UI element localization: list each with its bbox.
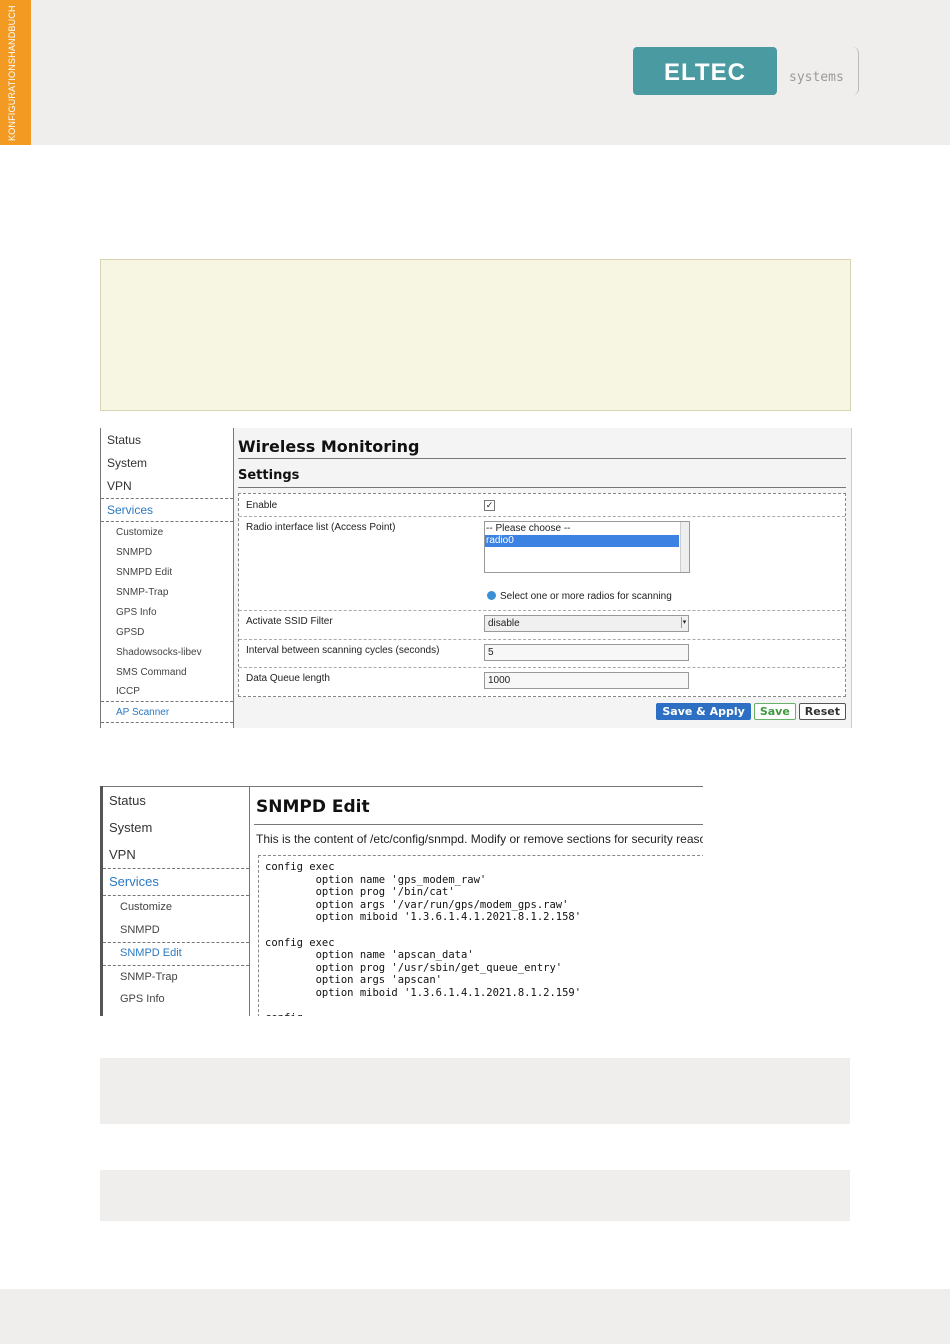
interval-input[interactable]: 5	[484, 644, 689, 661]
queue-length-label: Data Queue length	[246, 673, 330, 684]
listbox-scrollbar[interactable]	[680, 522, 689, 572]
grey-box	[100, 1170, 850, 1221]
side-tab: KONFIGURATIONSHANDBUCH	[0, 0, 31, 145]
page-description: This is the content of /etc/config/snmpd…	[256, 832, 703, 846]
enable-checkbox[interactable]: ✓	[484, 500, 495, 511]
sidebar-item-gps-info[interactable]: GPS Info	[116, 607, 157, 618]
divider	[103, 868, 249, 869]
radio-hint: Select one or more radios for scanning	[487, 591, 672, 602]
divider	[103, 965, 249, 966]
eltec-logo: ELTEC	[633, 47, 777, 95]
snmpd-edit-screenshot: Status System VPN Services Customize SNM…	[100, 786, 703, 1016]
divider	[238, 458, 846, 459]
side-tab-label: KONFIGURATIONSHANDBUCH	[7, 5, 17, 141]
page-title: SNMPD Edit	[256, 797, 370, 817]
interval-label: Interval between scanning cycles (second…	[246, 645, 440, 656]
sidebar-item-status[interactable]: Status	[109, 793, 146, 808]
radio-interface-label: Radio interface list (Access Point)	[246, 522, 396, 533]
main-content: Wireless Monitoring Settings Enable ✓ Ra…	[238, 428, 846, 728]
radio-option-placeholder[interactable]: -- Please choose --	[485, 523, 679, 535]
page-title: Wireless Monitoring	[238, 437, 420, 456]
radio-option-radio0[interactable]: radio0	[485, 535, 679, 547]
row-radio-interface: Radio interface list (Access Point) -- P…	[239, 516, 845, 611]
divider	[101, 722, 233, 723]
config-editor[interactable]: config exec option name 'gps_modem_raw' …	[258, 855, 703, 1016]
logo-bracket	[848, 47, 859, 95]
grey-box	[100, 1058, 850, 1124]
row-queue-length: Data Queue length 1000	[239, 667, 845, 695]
sidebar-item-gpsd[interactable]: GPSD	[116, 627, 144, 638]
row-interval: Interval between scanning cycles (second…	[239, 639, 845, 668]
sidebar-item-snmpd-edit[interactable]: SNMPD Edit	[116, 567, 172, 578]
chevron-down-icon: ▾	[681, 617, 687, 628]
ssid-filter-label: Activate SSID Filter	[246, 616, 333, 627]
divider	[238, 487, 846, 488]
config-text[interactable]: config exec option name 'gps_modem_raw' …	[265, 861, 581, 1016]
sidebar-item-ap-scanner[interactable]: AP Scanner	[116, 707, 169, 718]
ssid-filter-select[interactable]: disable ▾	[484, 615, 689, 632]
sidebar-item-gps-info[interactable]: GPS Info	[120, 993, 165, 1005]
sidebar-item-sms-command[interactable]: SMS Command	[116, 667, 187, 678]
form-buttons: Save & Apply Save Reset	[653, 702, 846, 720]
sidebar-item-vpn[interactable]: VPN	[107, 479, 132, 493]
sidebar-item-system[interactable]: System	[109, 820, 152, 835]
sidebar-item-customize[interactable]: Customize	[120, 901, 172, 913]
queue-length-value: 1000	[488, 675, 511, 686]
interval-value: 5	[488, 647, 494, 658]
save-apply-button[interactable]: Save & Apply	[656, 703, 751, 720]
sidebar-item-vpn[interactable]: VPN	[109, 847, 136, 862]
sidebar-item-snmpd[interactable]: SNMPD	[120, 924, 160, 936]
divider	[103, 942, 249, 943]
radio-interface-listbox[interactable]: -- Please choose -- radio0	[484, 521, 690, 573]
queue-length-input[interactable]: 1000	[484, 672, 689, 689]
settings-form: Enable ✓ Radio interface list (Access Po…	[238, 493, 846, 697]
sidebar-item-snmp-trap[interactable]: SNMP-Trap	[116, 587, 168, 598]
ssid-filter-value: disable	[488, 618, 520, 629]
divider	[103, 895, 249, 896]
page-header: KONFIGURATIONSHANDBUCH ELTEC systems	[0, 0, 950, 145]
save-button[interactable]: Save	[753, 703, 796, 720]
sidebar-item-system[interactable]: System	[107, 456, 147, 470]
logo-subtext: systems	[789, 70, 844, 85]
divider	[101, 498, 233, 499]
info-icon	[487, 591, 496, 600]
main-content: SNMPD Edit This is the content of /etc/c…	[250, 786, 703, 1016]
sidebar-item-snmp-trap[interactable]: SNMP-Trap	[120, 971, 178, 983]
wireless-monitoring-screenshot: Status System VPN Services Customize SNM…	[100, 428, 852, 728]
sidebar: Status System VPN Services Customize SNM…	[101, 428, 234, 728]
divider	[101, 701, 233, 702]
sidebar: Status System VPN Services Customize SNM…	[103, 786, 250, 1016]
row-enable: Enable ✓	[239, 494, 845, 517]
sidebar-item-snmpd[interactable]: SNMPD	[116, 547, 152, 558]
note-box	[100, 259, 851, 411]
section-title: Settings	[238, 468, 300, 483]
logo-text: ELTEC	[664, 59, 746, 86]
divider	[254, 824, 703, 825]
sidebar-item-customize[interactable]: Customize	[116, 527, 163, 538]
sidebar-item-status[interactable]: Status	[107, 433, 141, 447]
reset-button[interactable]: Reset	[798, 703, 846, 720]
divider	[101, 521, 233, 522]
sidebar-item-services[interactable]: Services	[109, 874, 159, 889]
sidebar-item-shadowsocks[interactable]: Shadowsocks-libev	[116, 647, 202, 658]
sidebar-item-iccp[interactable]: ICCP	[116, 686, 140, 697]
radio-hint-text: Select one or more radios for scanning	[500, 591, 672, 602]
sidebar-item-services[interactable]: Services	[107, 503, 153, 517]
sidebar-item-snmpd-edit[interactable]: SNMPD Edit	[120, 947, 182, 959]
page-footer	[0, 1289, 950, 1344]
row-ssid-filter: Activate SSID Filter disable ▾	[239, 610, 845, 640]
enable-label: Enable	[246, 500, 278, 511]
